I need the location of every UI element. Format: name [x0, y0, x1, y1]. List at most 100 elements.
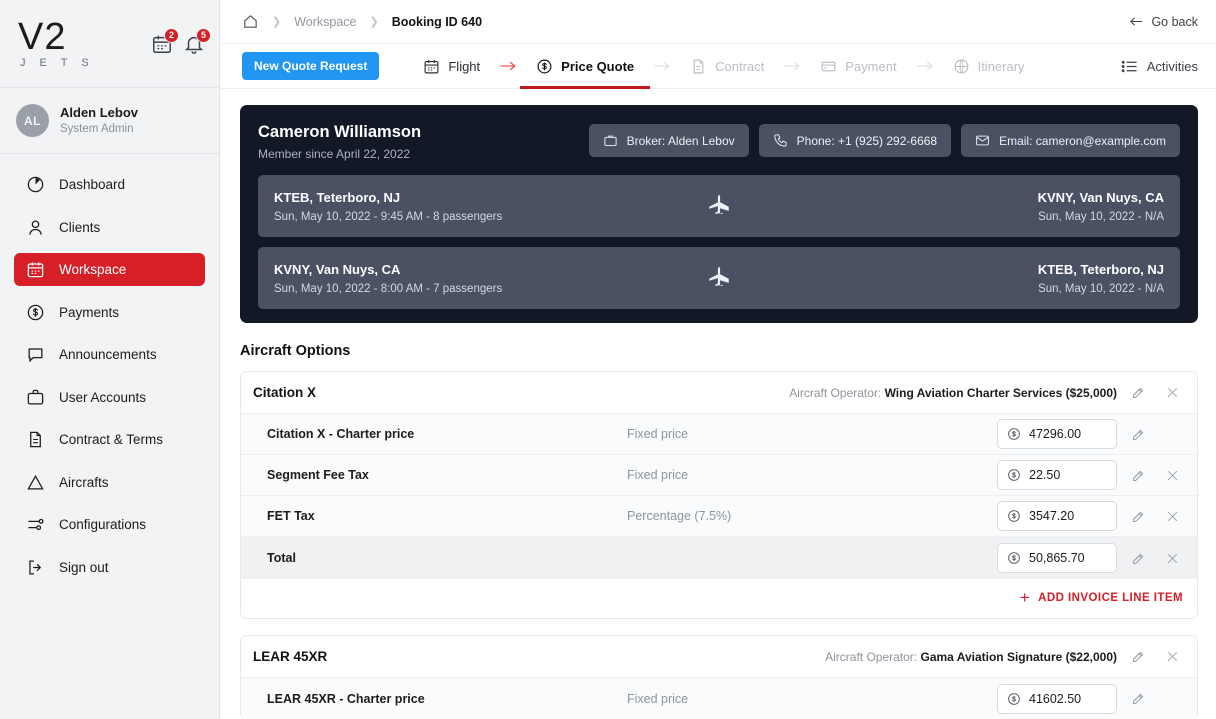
content-area: Cameron Williamson Member since April 22…	[220, 89, 1216, 719]
flight-leg-row[interactable]: KTEB, Teterboro, NJ Sun, May 10, 2022 - …	[258, 175, 1180, 238]
sidebar: V2 J E T S 2 5 AL Alden Lebov System Adm…	[0, 0, 220, 719]
edit-icon[interactable]	[1125, 421, 1151, 447]
table-row: Segment Fee Tax Fixed price 22.50	[241, 455, 1197, 497]
new-quote-request-button[interactable]: New Quote Request	[242, 52, 380, 80]
line-item-type: Fixed price	[627, 691, 689, 706]
total-label: Total	[267, 551, 296, 566]
dollar-circle-icon	[1007, 468, 1021, 482]
tab-flight[interactable]: Flight	[421, 44, 482, 89]
leg-origin-code: KTEB, Teterboro, NJ	[274, 189, 401, 205]
add-invoice-line-item-button[interactable]: + ADD INVOICE LINE ITEM	[241, 579, 1197, 618]
calendar-icon[interactable]: 2	[151, 27, 179, 55]
sidebar-item-payments[interactable]: Payments	[14, 296, 205, 329]
edit-icon[interactable]	[1125, 545, 1151, 571]
price-input[interactable]: 22.50	[997, 460, 1117, 491]
table-row: LEAR 45XR - Charter price Fixed price 41…	[241, 678, 1197, 719]
user-info: Alden Lebov System Admin	[60, 104, 138, 137]
price-input[interactable]: 41602.50	[997, 683, 1117, 714]
sidebar-item-sign-out[interactable]: Sign out	[14, 551, 205, 584]
contact-chips: Broker: Alden Lebov Phone: +1 (925) 292-…	[588, 121, 1180, 157]
sidebar-item-clients[interactable]: Clients	[14, 211, 205, 244]
sidebar-item-announcements[interactable]: Announcements	[14, 338, 205, 371]
sidebar-item-label: Dashboard	[59, 177, 126, 192]
logo-wordmark: J E T S	[20, 57, 95, 69]
sidebar-item-workspace[interactable]: Workspace	[14, 253, 205, 286]
list-icon	[1121, 59, 1138, 74]
calendar-icon	[423, 58, 440, 75]
tab-price-quote[interactable]: Price Quote	[520, 44, 651, 89]
leg-destination-code: KVNY, Van Nuys, CA	[1037, 189, 1164, 205]
warning-triangle-icon	[26, 473, 45, 492]
email-chip[interactable]: Email: cameron@example.com	[961, 124, 1180, 157]
airplane-icon	[706, 193, 732, 219]
delete-icon[interactable]	[1159, 503, 1185, 529]
edit-icon[interactable]	[1125, 686, 1151, 712]
flight-leg-row[interactable]: KVNY, Van Nuys, CA Sun, May 10, 2022 - 8…	[258, 247, 1180, 310]
tab-payment[interactable]: Payment	[818, 44, 898, 89]
dollar-circle-icon	[1007, 551, 1021, 565]
sliders-icon	[26, 515, 45, 534]
avatar: AL	[16, 104, 49, 137]
sidebar-item-contract-terms[interactable]: Contract & Terms	[14, 423, 205, 456]
bell-badge: 5	[196, 27, 211, 43]
home-icon[interactable]	[242, 13, 259, 30]
go-back-button[interactable]: Go back	[1129, 15, 1198, 29]
dollar-circle-icon	[536, 58, 553, 75]
bell-icon[interactable]: 5	[183, 27, 211, 55]
tab-label: Contract	[715, 58, 765, 74]
go-back-label: Go back	[1151, 14, 1198, 29]
leg-origin-detail: Sun, May 10, 2022 - 9:45 AM - 8 passenge…	[274, 210, 503, 223]
sidebar-item-configurations[interactable]: Configurations	[14, 508, 205, 541]
breadcrumb-current: Booking ID 640	[391, 14, 483, 29]
edit-icon[interactable]	[1125, 503, 1151, 529]
sidebar-item-aircrafts[interactable]: Aircrafts	[14, 466, 205, 499]
tab-label: Price Quote	[561, 58, 635, 74]
operator-value: Gama Aviation Signature ($22,000)	[920, 649, 1117, 664]
broker-chip[interactable]: Broker: Alden Lebov	[588, 124, 749, 157]
leg-destination-detail: Sun, May 10, 2022 - N/A	[1038, 282, 1164, 295]
calendar-icon	[26, 260, 45, 279]
price-input[interactable]: 47296.00	[997, 419, 1117, 450]
aircraft-card-header: Citation X Aircraft Operator: Wing Aviat…	[241, 372, 1197, 413]
logo-mark: V2	[18, 16, 67, 58]
line-item-label: LEAR 45XR - Charter price	[267, 691, 425, 706]
operator-prefix: Aircraft Operator:	[825, 649, 921, 664]
line-items: LEAR 45XR - Charter price Fixed price 41…	[241, 677, 1197, 719]
total-price-input[interactable]: 50,865.70	[997, 543, 1117, 574]
activities-button[interactable]: Activities	[1121, 59, 1198, 74]
delete-icon[interactable]	[1159, 545, 1185, 571]
edit-icon[interactable]	[1125, 462, 1151, 488]
close-icon[interactable]	[1159, 644, 1185, 670]
tab-itinerary[interactable]: Itinerary	[951, 44, 1027, 89]
sidebar-item-label: Workspace	[59, 262, 127, 277]
broker-label: Broker: Alden Lebov	[626, 133, 735, 148]
tab-contract[interactable]: Contract	[688, 44, 766, 89]
sidebar-item-user-accounts[interactable]: User Accounts	[14, 381, 205, 414]
aircraft-operator: Aircraft Operator: Wing Aviation Charter…	[789, 386, 1117, 400]
phone-chip[interactable]: Phone: +1 (925) 292-6668	[758, 124, 952, 157]
breadcrumb-workspace[interactable]: Workspace	[294, 15, 356, 29]
price-value: 47296.00	[1029, 427, 1082, 442]
sidebar-item-label: Payments	[59, 304, 120, 320]
app-root: V2 J E T S 2 5 AL Alden Lebov System Adm…	[0, 0, 1216, 719]
document-icon	[26, 430, 45, 449]
edit-icon[interactable]	[1125, 380, 1151, 406]
dollar-circle-icon	[1007, 509, 1021, 523]
leg-destination-detail: Sun, May 10, 2022 - N/A	[1038, 210, 1164, 223]
price-value: 3547.20	[1029, 509, 1075, 524]
sidebar-item-dashboard[interactable]: Dashboard	[14, 168, 205, 201]
dollar-circle-icon	[1007, 427, 1021, 441]
edit-icon[interactable]	[1125, 644, 1151, 670]
total-price-value: 50,865.70	[1029, 551, 1085, 566]
price-input[interactable]: 3547.20	[997, 501, 1117, 532]
close-icon[interactable]	[1159, 380, 1185, 406]
breadcrumb-separator: ❯	[272, 16, 282, 28]
user-profile[interactable]: AL Alden Lebov System Admin	[0, 88, 219, 154]
dollar-circle-icon	[1007, 692, 1021, 706]
airplane-icon	[706, 265, 732, 291]
tab-label: Itinerary	[977, 58, 1025, 74]
breadcrumb: ❯ Workspace ❯ Booking ID 640	[242, 13, 482, 30]
aircraft-card-header: LEAR 45XR Aircraft Operator: Gama Aviati…	[241, 636, 1197, 677]
delete-icon[interactable]	[1159, 462, 1185, 488]
sidebar-nav: Dashboard Clients Workspace Payments Ann…	[0, 154, 219, 719]
